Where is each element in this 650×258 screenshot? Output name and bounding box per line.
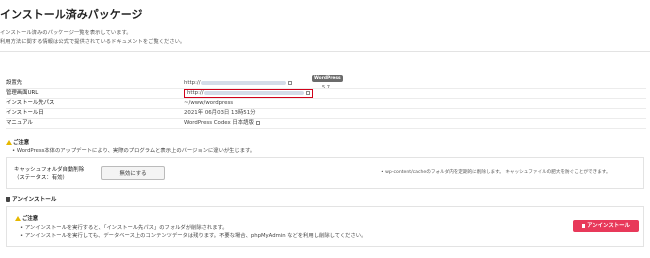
external-link-icon — [287, 80, 292, 85]
warning-icon — [6, 140, 12, 145]
info-row-install-date: インストール日 2021年 06月03日 13時51分 — [6, 109, 646, 119]
cache-note: • wp-content/cacheのフォルダ内を定期的に削除します。 キャッシ… — [381, 170, 611, 175]
uninstall-panel: ご注意 • アンインストールを実行すると、「インストール先パス」のフォルダが削除… — [6, 206, 644, 247]
cache-settings-panel: キャッシュフォルダ自動削除 （ステータス：有効） 無効にする • wp-conte… — [6, 157, 644, 189]
disable-cache-button[interactable]: 無効にする — [101, 166, 165, 180]
info-label: マニュアル — [6, 120, 33, 126]
notice-bullet: • WordPress本体のアップデートにより、実際のプログラムと表示上のバージ… — [12, 148, 256, 154]
notice-title: ご注意 — [6, 138, 29, 146]
manual-link[interactable]: WordPress Codex 日本語版 — [184, 119, 260, 128]
info-row-manual: マニュアル WordPress Codex 日本語版 — [6, 119, 646, 129]
info-label: 管理画面URL — [6, 90, 39, 96]
cache-label: キャッシュフォルダ自動削除 （ステータス：有効） — [14, 167, 85, 181]
info-row-install-location: 設置先 http:// — [6, 79, 646, 89]
page-description-secondary: 利用方法に関する情報は公式で提供されているドキュメントをご覧ください。 — [0, 39, 186, 45]
install-location-link[interactable]: http:// — [184, 79, 292, 88]
admin-url-link[interactable]: http:// — [184, 89, 313, 98]
uninstall-button[interactable]: アンインストール — [573, 220, 639, 232]
uninstall-bullet: • アンインストールを実行しても、データベース上のコンテンツデータは残ります。不… — [20, 233, 367, 239]
install-date-value: 2021年 06月03日 13時51分 — [184, 110, 256, 116]
external-link-icon — [255, 120, 260, 125]
warning-icon — [15, 216, 21, 221]
external-link-icon — [305, 90, 310, 95]
uninstall-bullet: • アンインストールを実行すると、「インストール先パス」のフォルダが削除されます… — [20, 225, 228, 231]
page-description: インストール済みのパッケージ一覧を表示しています。 — [0, 30, 132, 36]
uninstall-caution-title: ご注意 — [15, 214, 38, 222]
info-label: 設置先 — [6, 80, 23, 86]
install-path-value: ~/www/wordpress — [184, 100, 234, 106]
header-divider — [0, 51, 650, 52]
trash-icon — [6, 197, 10, 202]
redacted-url — [203, 90, 304, 95]
trash-icon — [582, 223, 586, 228]
info-row-install-path: インストール先パス ~/www/wordpress — [6, 99, 646, 109]
info-label: インストール日 — [6, 110, 44, 116]
redacted-url — [200, 80, 286, 85]
page-title: インストール済みパッケージ — [0, 8, 143, 21]
package-info-table: 設置先 http:// 管理画面URL http:// インストール先パス ~/… — [6, 79, 646, 129]
info-row-admin-url: 管理画面URL http:// — [6, 89, 646, 99]
info-label: インストール先パス — [6, 100, 55, 106]
uninstall-heading: アンインストール — [6, 195, 56, 203]
